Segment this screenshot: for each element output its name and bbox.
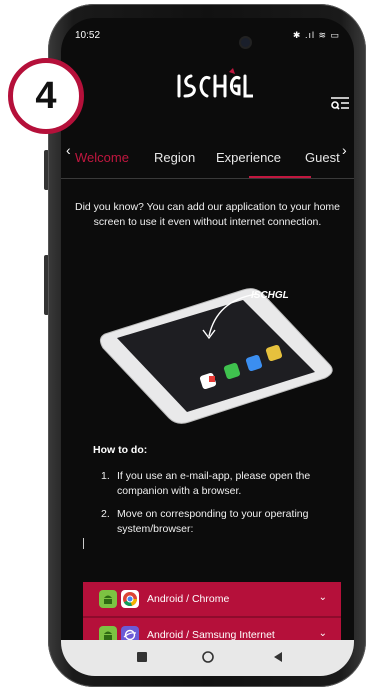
status-icons: ✱ .ıl ≋ ▭ [292, 30, 340, 40]
status-time: 10:52 [75, 30, 101, 41]
tab-next-arrow[interactable]: › [342, 142, 347, 158]
step-badge: 4 [8, 58, 84, 134]
step-number: 2. [101, 508, 110, 520]
phone-screen: 10:52 ✱ .ıl ≋ ▭ ‹ Welcome Region Experie… [61, 18, 354, 676]
svg-text:ISCHGL: ISCHGL [251, 290, 289, 301]
chevron-down-icon: ⌄ [318, 592, 327, 603]
chrome-icon [121, 590, 139, 608]
howto-step: 2. Move on corresponding to your operati… [93, 507, 343, 537]
tab-prev-arrow[interactable]: ‹ [66, 142, 71, 158]
tabs-divider [61, 178, 354, 179]
tab-bar: ‹ Welcome Region Experience Guest › [61, 138, 354, 178]
tab-welcome[interactable]: Welcome [75, 150, 129, 165]
status-bar: 10:52 ✱ .ıl ≋ ▭ [75, 30, 340, 46]
step-text: Move on corresponding to your operating … [117, 508, 309, 535]
step-text: If you use an e-mail-app, please open th… [117, 470, 311, 497]
chevron-down-icon: ⌄ [318, 628, 327, 639]
back-button[interactable] [271, 650, 285, 664]
menu-icon[interactable] [329, 94, 351, 112]
android-nav-bar [61, 640, 354, 676]
tab-region[interactable]: Region [154, 150, 195, 165]
accordion-item-android-chrome[interactable]: Android / Chrome ⌄ [83, 582, 341, 618]
front-camera [241, 38, 250, 47]
home-button[interactable] [201, 650, 215, 664]
recents-button[interactable] [135, 650, 149, 664]
phone-illustration: ISCHGL [99, 288, 333, 424]
android-icon [99, 590, 117, 608]
info-text: Did you know? You can add our applicatio… [75, 201, 341, 228]
accordion-label: Android / Chrome [147, 593, 230, 605]
text-cursor [83, 538, 84, 549]
tab-guest[interactable]: Guest [305, 150, 340, 165]
howto-step: 1. If you use an e-mail-app, please open… [93, 469, 343, 499]
step-number: 1. [101, 470, 110, 482]
howto-steps: 1. If you use an e-mail-app, please open… [93, 469, 343, 545]
ischgl-logo[interactable] [173, 66, 253, 102]
tab-experience[interactable]: Experience [216, 150, 281, 165]
howto-title: How to do: [93, 444, 148, 456]
